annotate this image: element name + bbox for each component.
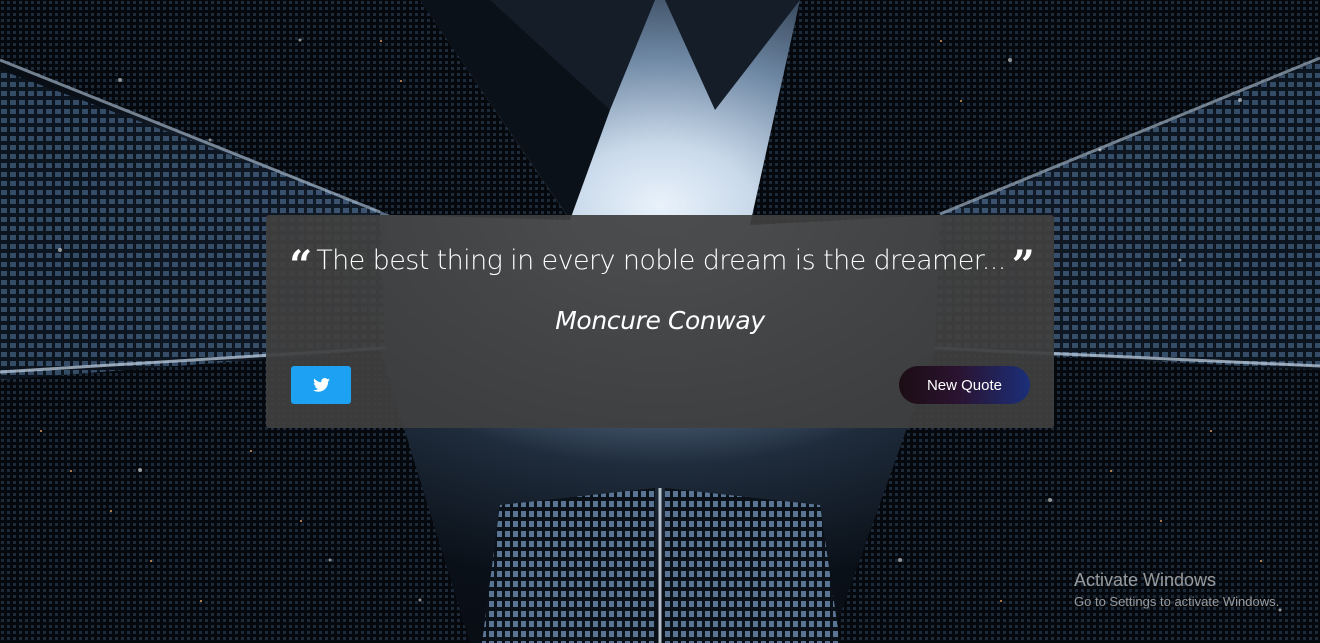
- quote-author: Moncure Conway: [555, 306, 765, 335]
- quote-card: “The best thing in every noble dream is …: [266, 215, 1054, 428]
- tweet-button[interactable]: [291, 366, 351, 404]
- background-scene: “The best thing in every noble dream is …: [0, 0, 1320, 643]
- activate-windows-watermark: Activate Windows Go to Settings to activ…: [1074, 569, 1279, 611]
- watermark-title: Activate Windows: [1074, 570, 1217, 590]
- open-quote-icon: “: [289, 242, 312, 289]
- watermark-subtitle: Go to Settings to activate Windows.: [1074, 594, 1280, 609]
- twitter-icon: [312, 378, 330, 392]
- quote-text-line: “The best thing in every noble dream is …: [266, 242, 1054, 289]
- new-quote-button[interactable]: New Quote: [899, 366, 1030, 404]
- close-quote-icon: ”: [1011, 242, 1035, 289]
- quote-text: The best thing in every noble dream is t…: [316, 245, 1006, 276]
